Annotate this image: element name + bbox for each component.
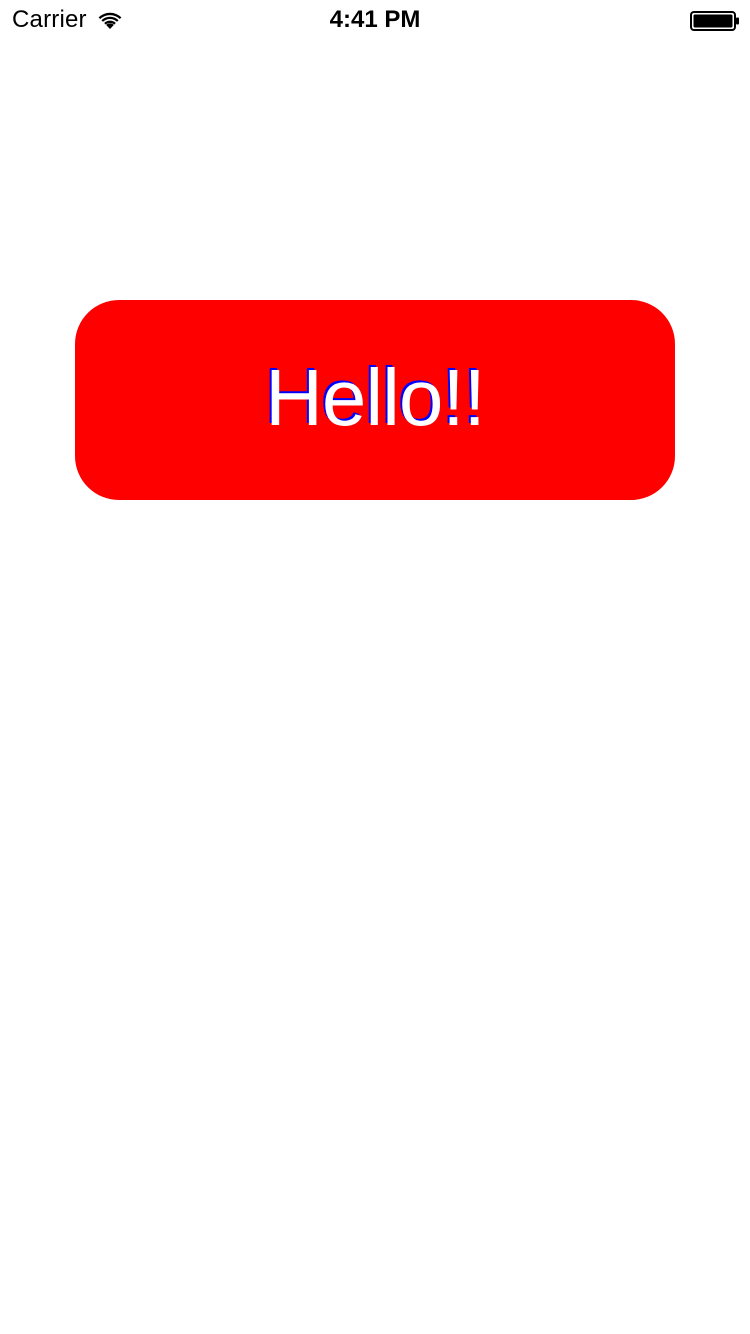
status-bar: Carrier 4:41 PM	[0, 0, 750, 40]
status-bar-time: 4:41 PM	[329, 6, 421, 33]
battery-icon	[690, 11, 739, 31]
hello-button[interactable]: Hello!!	[75, 300, 675, 500]
hello-button-label: Hello!!	[265, 353, 486, 442]
